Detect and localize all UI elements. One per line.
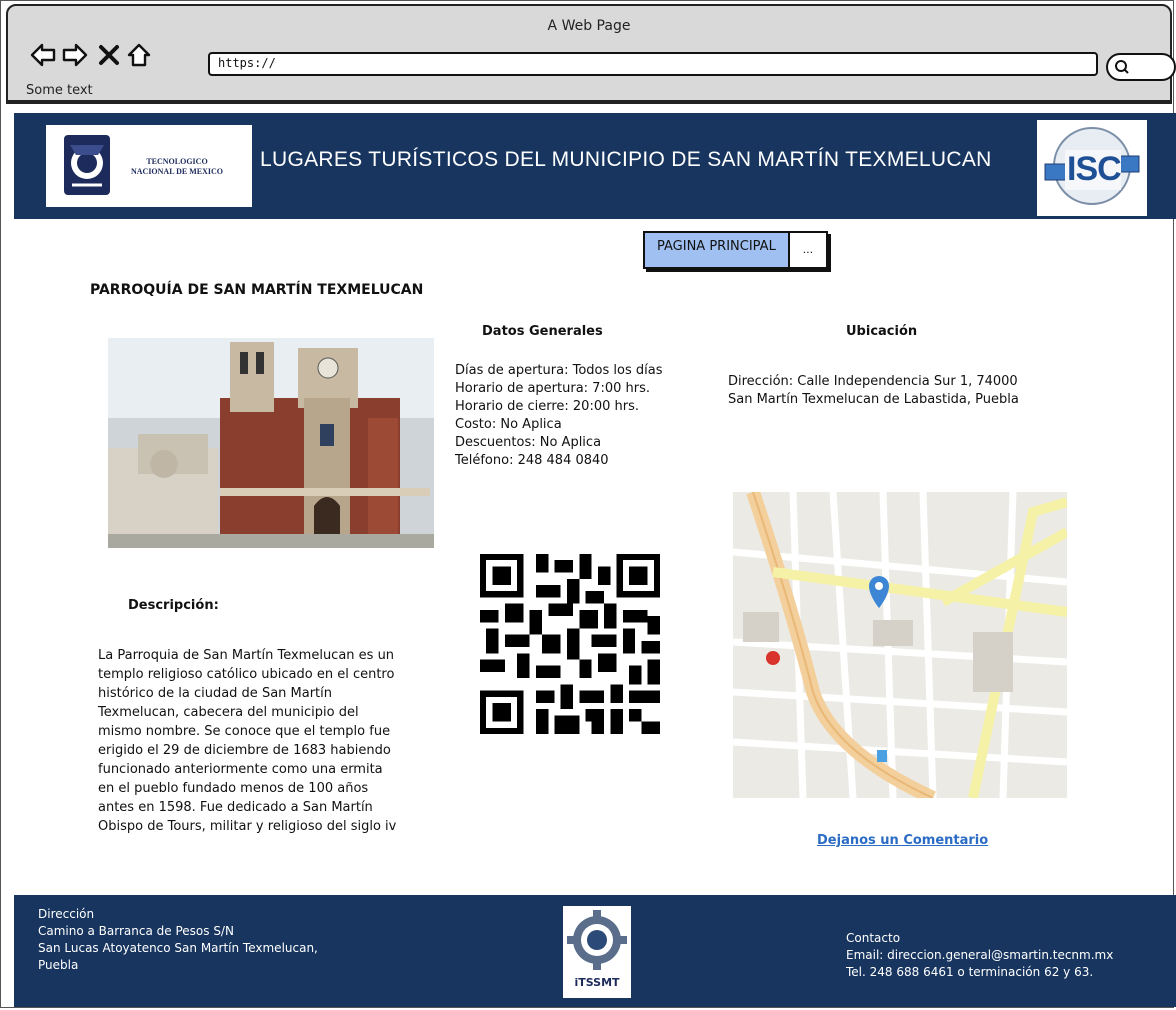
home-icon[interactable] — [126, 42, 152, 68]
logo-text-1: TECNOLOGICO — [146, 157, 208, 166]
descripcion-text: La Parroquia de San Martín Texmelucan es… — [98, 646, 444, 836]
desc-line: erigido el 29 de diciembre de 1683 habie… — [98, 743, 391, 758]
chrome-divider — [6, 102, 1172, 104]
desc-line: La Parroquia de San Martín Texmelucan es… — [98, 648, 395, 663]
ubicacion-heading: Ubicación — [846, 324, 918, 339]
status-text: Some text — [26, 83, 93, 98]
forward-arrow-icon[interactable] — [62, 42, 88, 68]
page-title: LUGARES TURÍSTICOS DEL MUNICIPIO DE SAN … — [260, 148, 992, 171]
desc-line: mismo nombre. Se conoce que el templo fu… — [98, 724, 391, 739]
church-photo — [108, 338, 434, 548]
qr-code — [480, 554, 660, 734]
ubicacion-address: Dirección: Calle Independencia Sur 1, 74… — [728, 373, 1068, 409]
footer-contact-line: Contacto — [846, 931, 901, 945]
descripcion-heading: Descripción: — [128, 598, 219, 613]
place-title: PARROQUÍA DE SAN MARTÍN TEXMELUCAN — [90, 282, 424, 298]
footer-contact-line: Email: direccion.general@smartin.tecnm.m… — [846, 948, 1114, 962]
close-icon[interactable] — [96, 42, 122, 68]
footer-address-line: Dirección — [38, 907, 95, 921]
datos-list: Días de apertura: Todos los días Horario… — [455, 362, 662, 470]
itssmt-logo: iTSSMT — [563, 906, 631, 998]
desc-line: histórico de la ciudad de San Martín — [98, 686, 333, 701]
footer-contact-line: Tel. 248 688 6461 o terminación 62 y 63. — [846, 965, 1094, 979]
more-menu-button[interactable]: ... — [790, 233, 826, 267]
back-arrow-icon[interactable] — [30, 42, 56, 68]
footer-address: Dirección Camino a Barranca de Pesos S/N… — [38, 906, 318, 974]
location-map[interactable] — [733, 492, 1067, 798]
desc-line: en el pueblo fundado menos de 100 años — [98, 781, 369, 796]
desc-line: Texmelucan, cabecera del municipio del — [98, 705, 359, 720]
desc-line: antes en 1598. Fue dedicado a San Martín — [98, 800, 373, 815]
datos-line: Descuentos: No Aplica — [455, 435, 602, 450]
isc-logo-text: ISC — [1067, 150, 1122, 188]
tecnm-logo: TECNOLOGICO NACIONAL DE MEXICO — [46, 125, 252, 207]
datos-line: Teléfono: 248 484 0840 — [455, 453, 609, 468]
footer-address-line: San Lucas Atoyatenco San Martín Texmeluc… — [38, 941, 318, 955]
window-title: A Web Page — [547, 18, 631, 34]
main-nav: PAGINA PRINCIPAL ... — [643, 231, 828, 269]
home-page-button[interactable]: PAGINA PRINCIPAL — [645, 233, 790, 267]
comment-link[interactable]: Dejanos un Comentario — [817, 833, 988, 848]
datos-line: Días de apertura: Todos los días — [455, 363, 663, 378]
footer-address-line: Puebla — [38, 958, 79, 972]
isc-logo: ISC — [1037, 120, 1147, 216]
datos-line: Horario de apertura: 7:00 hrs. — [455, 381, 650, 396]
desc-line: Obispo de Tours, militar y religioso del… — [98, 819, 397, 834]
datos-line: Costo: No Aplica — [455, 417, 562, 432]
search-field[interactable] — [1106, 53, 1176, 81]
itssmt-logo-text: iTSSMT — [574, 976, 620, 989]
address-line: Dirección: Calle Independencia Sur 1, 74… — [728, 374, 1018, 389]
gear-icon — [567, 910, 627, 970]
footer-contact: Contacto Email: direccion.general@smarti… — [846, 930, 1113, 981]
browser-chrome: A Web Page https:// Some text — [6, 4, 1176, 102]
search-icon — [1115, 60, 1129, 74]
url-field[interactable]: https:// — [208, 52, 1098, 76]
desc-line: templo religioso católico ubicado en el … — [98, 667, 395, 682]
datos-heading: Datos Generales — [482, 324, 603, 339]
datos-line: Horario de cierre: 20:00 hrs. — [455, 399, 639, 414]
logo-text-2: NACIONAL DE MEXICO — [130, 167, 223, 176]
desc-line: funcionado anteriormente como una ermita — [98, 762, 383, 777]
footer-address-line: Camino a Barranca de Pesos S/N — [38, 924, 234, 938]
address-line: San Martín Texmelucan de Labastida, Pueb… — [728, 392, 1019, 407]
